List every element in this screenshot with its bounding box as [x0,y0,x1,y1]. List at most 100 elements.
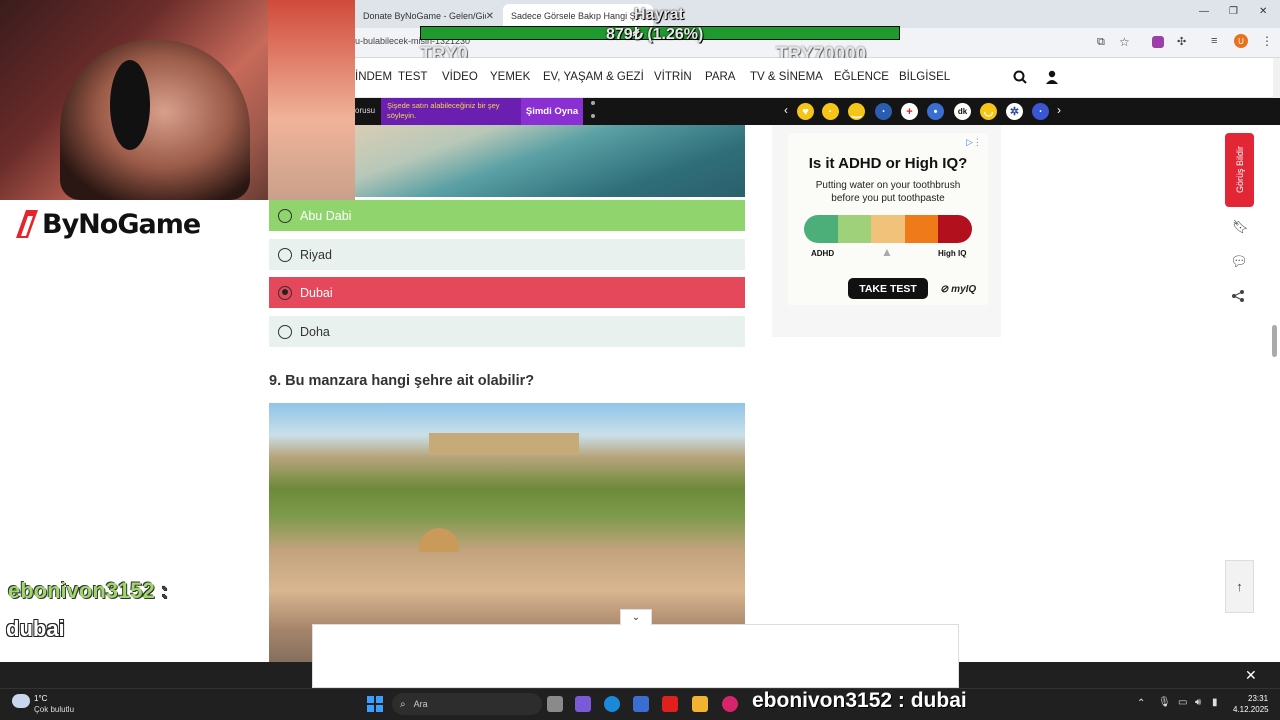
bookmark-star-icon[interactable]: ☆ [1119,35,1130,49]
ad-body: Putting water on your toothbrush before … [815,180,961,204]
donation-title: Hayrat [634,6,684,23]
puzzle-icon[interactable]: ✣ [1177,35,1186,48]
scroll-top-button[interactable]: ↑ [1225,560,1254,613]
nav-item-yemek[interactable]: YEMEK [490,71,530,83]
scale-pointer-icon: ▲ [881,245,893,259]
chevron-right-icon[interactable]: › [1057,103,1061,117]
option-doha[interactable]: Doha [269,316,745,347]
weather-cloud-icon[interactable] [12,694,30,708]
menu-dots-icon[interactable]: ⋮ [1261,34,1273,48]
nav-item-ev-yasam[interactable]: EV, YAŞAM & GEZİ [543,71,644,83]
install-icon[interactable]: ⧉ [1097,36,1105,49]
weather-temp: 1°C [34,694,48,703]
badge-dk-icon[interactable]: dk [954,103,971,120]
ad-choices-icon[interactable]: ▷⋮ [966,137,982,148]
close-icon[interactable]: ✕ [1245,667,1257,684]
option-riyad[interactable]: Riyad [269,239,745,270]
play-now-button[interactable]: Şimdi Oyna [521,98,583,125]
cross-badge-icon[interactable]: + [901,103,918,120]
ad-scale-left: ADHD [811,249,835,258]
radio-button[interactable] [278,247,292,262]
bynogame-logo-text: ByNoGame [42,208,201,240]
battery-icon[interactable]: ▮ [1212,697,1218,708]
wall-decor [268,0,355,200]
promo-left-text: orusu [355,106,376,115]
nav-item-para[interactable]: PARA [705,71,735,83]
store-icon[interactable] [633,696,649,712]
extension-icon[interactable] [1152,36,1164,48]
chat-message: dubai [6,616,65,641]
taskbar: 1°C Çok bulutlu ⌕ Ara ebonivon3152 : dub… [0,688,1280,720]
question-title: 9. Bu manzara hangi şehre ait olabilir? [269,373,535,389]
window-close-icon[interactable]: ✕ [1259,6,1267,17]
scrollbar-track [1273,58,1280,98]
site-nav: İNDEM TEST VİDEO YEMEK EV, YAŞAM & GEZİ … [355,58,1280,98]
taskbar-search-placeholder: Ara [413,699,428,709]
radio-button-selected[interactable] [278,285,292,300]
taskbar-search[interactable]: ⌕ Ara [392,693,542,715]
emoji-laugh-icon[interactable]: ◡ [980,103,997,120]
nav-item-test[interactable]: TEST [398,71,427,83]
nav-item-gundem[interactable]: İNDEM [355,71,392,83]
option-label: Abu Dabi [300,208,352,223]
badge-star-icon[interactable]: ✲ [1006,103,1023,120]
ad-brand-text: myIQ [951,284,977,295]
tray-chevron-up-icon[interactable]: ⌃ [1137,698,1145,709]
feedback-button[interactable]: Görüş Bildir [1225,133,1254,207]
feedback-label: Görüş Bildir [1234,146,1245,194]
nav-item-tv-sinema[interactable]: TV & SİNEMA [750,71,823,83]
emoji-sad-icon[interactable]: · [822,103,839,120]
badge-icon[interactable]: • [875,103,892,120]
share-icon[interactable] [1231,289,1245,303]
badge-blue-icon[interactable]: • [927,103,944,120]
file-explorer-icon[interactable] [692,696,708,712]
task-view-icon[interactable] [547,696,563,712]
option-abu-dabi[interactable]: Abu Dabi [269,200,745,231]
youtube-icon[interactable] [662,696,678,712]
chat-ticker: ebonivon3152 : dubai [752,689,967,712]
nav-item-vitrin[interactable]: VİTRİN [654,71,692,83]
option-label: Riyad [300,247,332,262]
carousel-dot[interactable] [591,101,595,105]
nav-item-video[interactable]: VİDEO [442,71,478,83]
bottom-ad[interactable] [312,624,959,688]
profile-avatar[interactable]: U [1234,34,1248,48]
emoji-smile-icon[interactable]: ‿ [848,103,865,120]
network-icon[interactable]: ▭ [1178,697,1187,708]
carousel-dot[interactable] [591,114,595,118]
edge-icon[interactable] [604,696,620,712]
page-scrollbar-thumb[interactable] [1272,325,1277,357]
ad-adhd[interactable]: ▷⋮ Is it ADHD or High IQ? Putting water … [788,133,988,305]
beach-image [355,125,745,197]
nav-item-bilgisel[interactable]: BİLGİSEL [899,71,950,83]
windows-start-icon[interactable] [367,696,383,712]
restore-icon[interactable]: ❐ [1229,6,1238,17]
bookmark-icon[interactable]: 🔖︎ [1232,219,1249,235]
nav-item-eglence[interactable]: EĞLENCE [834,71,889,83]
ad-brand: ⊘ myIQ [940,284,977,295]
chevron-left-icon[interactable]: ‹ [784,103,788,117]
chevron-down-icon[interactable]: ⌄ [620,609,652,625]
copilot-icon[interactable] [575,696,591,712]
volume-icon[interactable]: 🔊︎ [1195,697,1201,708]
option-label: Dubai [300,285,333,300]
media-icon[interactable]: ≡ [1211,35,1217,47]
emoji-love-icon[interactable]: ♥ [797,103,814,120]
clock-date: 4.12.2025 [1233,705,1269,714]
radio-button[interactable] [278,324,292,339]
ad-cta-button[interactable]: TAKE TEST [848,278,928,299]
user-icon[interactable] [1045,70,1059,84]
app-icon[interactable] [722,696,738,712]
microphone-icon[interactable]: 🎙︎ [1158,697,1171,708]
scale-segment [871,215,905,243]
radio-button[interactable] [278,208,292,223]
webcam-overlay [0,0,355,200]
option-dubai[interactable]: Dubai [269,277,745,308]
comments-icon[interactable]: 💬︎ [1230,253,1248,270]
scale-segment [938,215,972,243]
scale-segment [804,215,838,243]
search-icon[interactable] [1013,70,1027,84]
minimize-icon[interactable]: — [1199,6,1209,17]
badge-round-icon[interactable]: • [1032,103,1049,120]
promo-banner[interactable]: Şişede satın alabileceğiniz bir şey söyl… [381,98,521,125]
